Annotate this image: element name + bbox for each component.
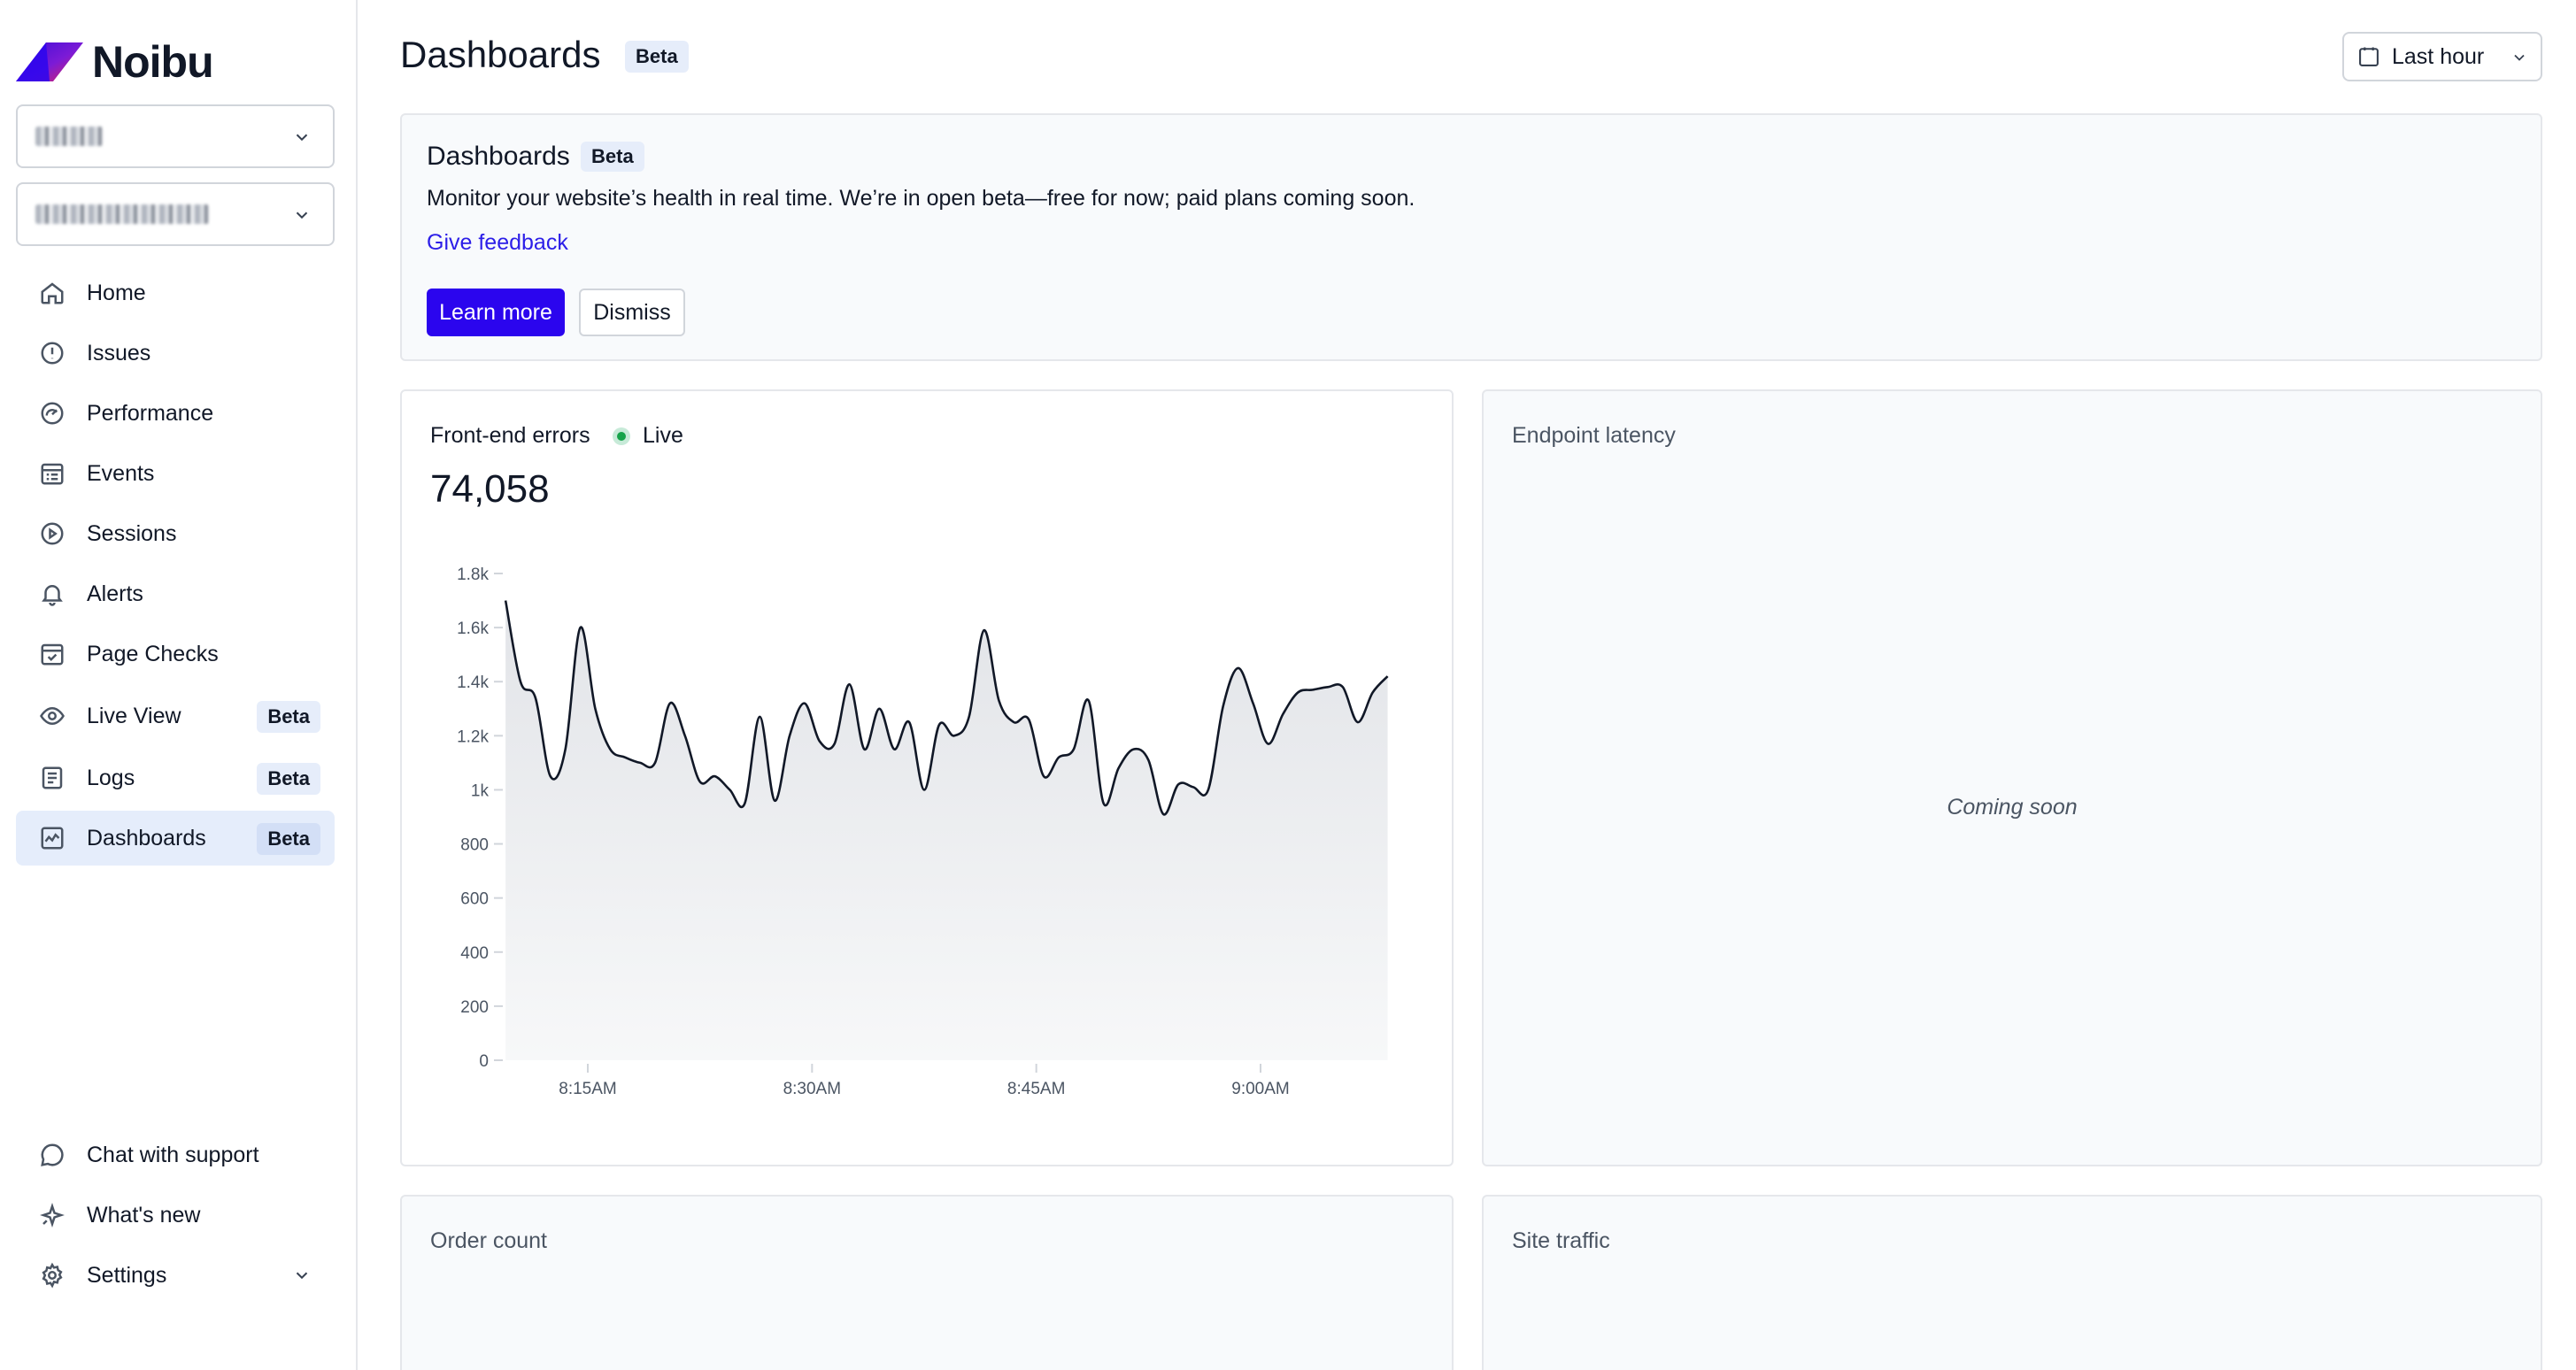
x-tick-label: 8:15AM bbox=[559, 1080, 616, 1098]
sidebar-item-whats-new[interactable]: What's new bbox=[16, 1188, 335, 1243]
sidebar-item-page-checks[interactable]: Page Checks bbox=[16, 627, 335, 681]
y-tick-label: 0 bbox=[479, 1052, 489, 1071]
sidebar-item-label: Live View bbox=[87, 703, 181, 728]
errors-area-fill bbox=[505, 600, 1388, 1060]
order-count-card: Order count bbox=[400, 1195, 1454, 1370]
sidebar-item-label: Home bbox=[87, 280, 146, 305]
play-circle-icon bbox=[37, 519, 67, 549]
beta-badge: Beta bbox=[257, 701, 320, 733]
eye-icon bbox=[37, 701, 67, 731]
sidebar-item-live-view[interactable]: Live View Beta bbox=[16, 689, 335, 743]
sidebar-item-alerts[interactable]: Alerts bbox=[16, 566, 335, 621]
y-tick-label: 200 bbox=[460, 998, 489, 1017]
beta-badge: Beta bbox=[625, 41, 689, 73]
endpoint-latency-card: Endpoint latency Coming soon bbox=[1482, 389, 2542, 1166]
sidebar-item-label: What's new bbox=[87, 1202, 201, 1228]
domain-select[interactable] bbox=[16, 182, 335, 246]
sidebar-item-label: Sessions bbox=[87, 520, 177, 546]
sidebar: Noibu Home Issues Performance Events Ses… bbox=[0, 0, 358, 1370]
sparkle-icon bbox=[37, 1200, 67, 1230]
calendar-icon bbox=[2359, 47, 2379, 66]
chevron-down-icon bbox=[296, 212, 308, 219]
dismiss-button[interactable]: Dismiss bbox=[579, 289, 685, 336]
y-tick-label: 400 bbox=[460, 944, 489, 963]
bell-icon bbox=[37, 579, 67, 609]
y-tick-label: 1.4k bbox=[457, 673, 489, 692]
time-range-select[interactable]: Last hour bbox=[2342, 32, 2542, 81]
sidebar-item-label: Performance bbox=[87, 400, 214, 426]
logs-icon bbox=[37, 763, 67, 793]
sidebar-item-home[interactable]: Home bbox=[16, 266, 335, 320]
calendar-check-icon bbox=[37, 639, 67, 669]
y-tick-label: 1k bbox=[471, 781, 490, 800]
dashboard-icon bbox=[37, 823, 67, 853]
beta-badge: Beta bbox=[257, 823, 320, 855]
gauge-icon bbox=[37, 398, 67, 428]
sidebar-item-label: Chat with support bbox=[87, 1142, 259, 1167]
beta-banner: Dashboards Beta Monitor your website’s h… bbox=[400, 113, 2542, 361]
card-title: Order count bbox=[430, 1228, 548, 1253]
chevron-down-icon bbox=[296, 134, 308, 142]
home-icon bbox=[37, 278, 67, 308]
brand-name: Noibu bbox=[92, 37, 214, 87]
y-tick-label: 1.8k bbox=[457, 566, 489, 584]
sidebar-item-label: Issues bbox=[87, 340, 151, 366]
banner-title: Dashboards bbox=[427, 142, 570, 171]
noibu-logo-icon bbox=[16, 42, 83, 81]
errors-chart: 0 200 400 600 800 1k 1.2k 1.4k 1.6k 1.8k 8:15AM 8:3… bbox=[457, 566, 1389, 1098]
front-end-errors-card: Front-end errors Live 74,058 0 200 400 600 8… bbox=[400, 389, 1454, 1166]
coming-soon-label: Coming soon bbox=[1947, 795, 2078, 820]
workspace-select[interactable] bbox=[16, 104, 335, 168]
sidebar-item-label: Logs bbox=[87, 765, 135, 790]
x-tick-label: 9:00AM bbox=[1231, 1080, 1289, 1098]
page-title: Dashboards bbox=[400, 34, 601, 75]
sidebar-item-issues[interactable]: Issues bbox=[16, 326, 335, 381]
sidebar-item-settings[interactable]: Settings bbox=[16, 1248, 335, 1303]
y-tick-label: 800 bbox=[460, 836, 489, 855]
brand-logo[interactable]: Noibu bbox=[16, 37, 214, 87]
give-feedback-link[interactable]: Give feedback bbox=[427, 230, 568, 256]
alert-circle-icon bbox=[37, 338, 67, 368]
y-tick-label: 1.2k bbox=[457, 727, 489, 746]
domain-name-redacted bbox=[35, 204, 209, 224]
sidebar-item-logs[interactable]: Logs Beta bbox=[16, 750, 335, 805]
sidebar-item-dashboards[interactable]: Dashboards Beta bbox=[16, 811, 335, 866]
sidebar-item-events[interactable]: Events bbox=[16, 446, 335, 501]
beta-badge: Beta bbox=[581, 142, 644, 172]
y-tick-label: 1.6k bbox=[457, 620, 489, 638]
sidebar-item-label: Page Checks bbox=[87, 641, 219, 666]
sidebar-item-label: Settings bbox=[87, 1262, 167, 1288]
chat-bubble-icon bbox=[37, 1140, 67, 1170]
x-tick-label: 8:30AM bbox=[783, 1080, 841, 1098]
beta-badge: Beta bbox=[257, 763, 320, 795]
sidebar-item-label: Events bbox=[87, 460, 155, 486]
sidebar-item-chat-support[interactable]: Chat with support bbox=[16, 1128, 335, 1182]
chevron-down-icon bbox=[296, 1272, 308, 1280]
events-list-icon bbox=[37, 458, 67, 489]
x-tick-label: 8:45AM bbox=[1007, 1080, 1065, 1098]
sidebar-item-label: Alerts bbox=[87, 581, 143, 606]
site-traffic-card: Site traffic bbox=[1482, 1195, 2542, 1370]
sidebar-item-performance[interactable]: Performance bbox=[16, 386, 335, 441]
workspace-name-redacted bbox=[35, 127, 103, 146]
sidebar-item-sessions[interactable]: Sessions bbox=[16, 506, 335, 561]
banner-description: Monitor your website’s health in real ti… bbox=[427, 186, 1415, 211]
card-title: Site traffic bbox=[1512, 1228, 1610, 1253]
time-range-label: Last hour bbox=[2392, 43, 2485, 69]
gear-icon bbox=[37, 1260, 67, 1290]
y-tick-label: 600 bbox=[460, 890, 489, 909]
card-title: Endpoint latency bbox=[1512, 423, 1676, 448]
sidebar-item-label: Dashboards bbox=[87, 825, 206, 850]
chevron-down-icon bbox=[2514, 54, 2525, 61]
learn-more-button[interactable]: Learn more bbox=[427, 289, 565, 336]
